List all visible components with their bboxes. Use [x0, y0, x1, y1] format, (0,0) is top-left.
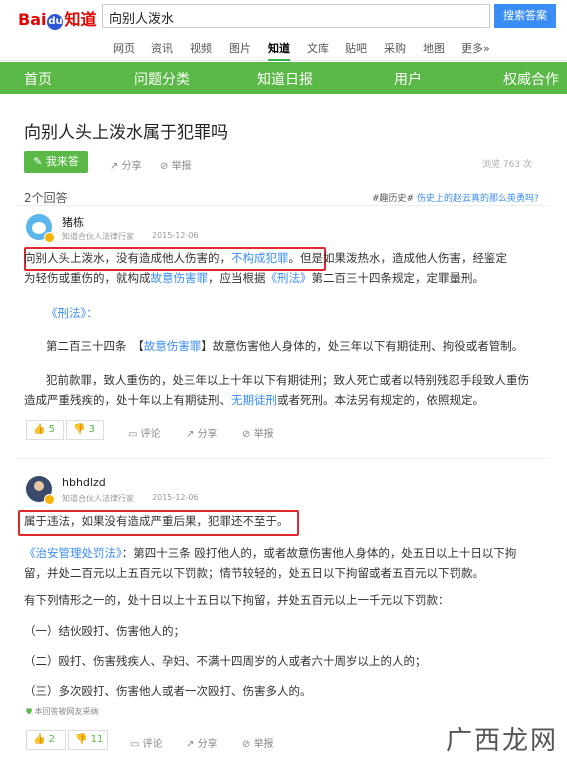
watermark: 广西龙网	[446, 726, 559, 756]
nav-more[interactable]: 更多»	[461, 40, 490, 56]
answer-paragraph: 属于违法，如果没有造成严重后果，犯罪还不至于。	[24, 514, 289, 528]
thumbs-down-icon: 👎	[73, 424, 89, 435]
answer-user-role: 知道合伙人法律行家	[62, 494, 134, 503]
comment-button[interactable]: ▭ 评论	[130, 735, 163, 750]
greenbar-home[interactable]: 首页	[24, 69, 52, 89]
channel-nav: 网页 资讯 视频 图片 知道 文库 贴吧 采购 地图 更多»	[0, 36, 567, 61]
nav-tieba[interactable]: 贴吧	[345, 40, 367, 56]
answer-date: 2015-12-06	[152, 231, 199, 240]
list-item: （二）殴打、伤害残疾人、孕妇、不满十四周岁的人或者六十周岁以上的人的；	[24, 654, 427, 668]
law-paragraph: 《治安管理处罚法》：第四十三条 殴打他人的，或者故意伤害他人身体的，处五日以上十…	[24, 546, 517, 580]
link-life-imprisonment[interactable]: 无期徒刑	[231, 393, 277, 407]
link-not-crime[interactable]: 不构成犯罪	[231, 251, 289, 265]
nav-images[interactable]: 图片	[229, 40, 251, 56]
adopted-notice: ⛊ 本回答被网友采纳	[26, 707, 99, 716]
share-icon: ↗	[186, 739, 198, 750]
nav-caigou[interactable]: 采购	[384, 40, 406, 56]
list-item: （一）结伙殴打、伤害他人的；	[24, 624, 185, 638]
question-share[interactable]: ↗ 分享	[110, 157, 142, 172]
link-intentional-injury[interactable]: 故意伤害罪	[151, 271, 209, 285]
question-report[interactable]: ⊘ 举报	[160, 157, 192, 172]
answer-user-role: 知道合伙人法律行家	[62, 232, 134, 241]
thumbs-down-icon: 👎	[75, 734, 91, 745]
share-button[interactable]: ↗ 分享	[186, 735, 218, 750]
report-button[interactable]: ⊘ 举报	[242, 735, 274, 750]
zhidao-nav-bar: 首页 问题分类 知道日报 用户 权威合作	[0, 62, 567, 94]
view-count: 浏览 763 次	[482, 160, 532, 170]
answer-username[interactable]: 猪栋	[62, 214, 84, 230]
nav-zhidao[interactable]: 知道	[268, 40, 290, 61]
history-tag: #趣历史#	[372, 194, 415, 204]
top-bar: Bai du 知道 向别人泼水 搜索答案	[0, 0, 567, 34]
answer-date: 2015-12-06	[152, 493, 199, 502]
answer-button[interactable]: ✎ 我来答	[24, 151, 88, 173]
nav-video[interactable]: 视频	[190, 40, 212, 56]
downvote-button[interactable]: 👎 11	[68, 730, 108, 750]
thumbs-up-icon: 👍	[33, 734, 49, 745]
shield-icon: ⛊	[26, 707, 35, 716]
link-public-security-law[interactable]: 《治安管理处罚法》	[24, 546, 122, 560]
search-button[interactable]: 搜索答案	[494, 4, 556, 28]
report-button[interactable]: ⊘ 举报	[242, 425, 274, 440]
report-icon: ⊘	[242, 429, 254, 440]
link-intentional-injury-2[interactable]: 故意伤害罪	[144, 339, 202, 353]
upvote-button[interactable]: 👍 5	[26, 420, 64, 440]
verified-badge-icon	[44, 232, 55, 243]
logo-bai: Bai	[18, 10, 47, 29]
link-criminal-law[interactable]: 《刑法》	[266, 271, 312, 285]
answer-paragraph: 向别人头上泼水，没有造成他人伤害的，不构成犯罪。但是如果泼热水，造成他人伤害，经…	[24, 251, 507, 285]
report-icon: ⊘	[160, 161, 172, 172]
answer-username[interactable]: hbhdlzd	[62, 476, 106, 489]
comment-icon: ▭	[130, 739, 143, 750]
share-button[interactable]: ↗ 分享	[186, 425, 218, 440]
logo-paw-icon: du	[47, 14, 64, 30]
nav-news[interactable]: 资讯	[151, 40, 173, 56]
edit-icon: ✎	[33, 155, 46, 168]
report-icon: ⊘	[242, 739, 254, 750]
list-item: （三）多次殴打、伤害他人或者一次殴打、伤害多人的。	[24, 684, 312, 698]
law-paragraph: 犯前款罪，致人重伤的，处三年以上十年以下有期徒刑；致人死亡或者以特别残忍手段致人…	[24, 373, 529, 407]
share-icon: ↗	[110, 161, 122, 172]
history-promo[interactable]: #趣历史# 伤史上的赵云真的那么英勇吗?	[372, 191, 539, 204]
law-paragraph: 有下列情形之一的，处十日以上十五日以下拘留，并处五百元以上一千元以下罚款：	[24, 593, 450, 607]
answers-count: 2个回答	[24, 191, 68, 205]
history-text: 伤史上的赵云真的那么英勇吗?	[416, 194, 539, 204]
law-title-link[interactable]: 《刑法》：	[46, 303, 98, 323]
share-icon: ↗	[186, 429, 198, 440]
baidu-zhidao-logo[interactable]: Bai du 知道	[18, 6, 97, 30]
share-label: 分享	[121, 161, 142, 172]
divider	[18, 205, 549, 206]
comment-button[interactable]: ▭ 评论	[128, 425, 161, 440]
greenbar-users[interactable]: 用户	[394, 69, 422, 89]
nav-map[interactable]: 地图	[423, 40, 445, 56]
logo-zhidao: 知道	[64, 10, 97, 29]
greenbar-categories[interactable]: 问题分类	[134, 69, 190, 89]
question-title: 向别人头上泼水属于犯罪吗	[24, 123, 228, 143]
greenbar-daily[interactable]: 知道日报	[257, 69, 313, 89]
upvote-button[interactable]: 👍 2	[26, 730, 66, 750]
nav-web[interactable]: 网页	[113, 40, 135, 56]
law-article: 第二百三十四条 【故意伤害罪】故意伤害他人身体的，处三年以下有期徒刑、拘役或者管…	[46, 339, 524, 353]
verified-badge-icon	[44, 494, 55, 505]
thumbs-up-icon: 👍	[33, 424, 49, 435]
nav-wenku[interactable]: 文库	[307, 40, 329, 56]
search-input[interactable]: 向别人泼水	[102, 4, 490, 28]
greenbar-partners[interactable]: 权威合作	[503, 69, 559, 89]
answer-button-label: 我来答	[45, 155, 79, 168]
divider	[18, 458, 549, 459]
comment-icon: ▭	[128, 429, 141, 440]
report-label: 举报	[171, 161, 192, 172]
downvote-button[interactable]: 👎 3	[66, 420, 104, 440]
